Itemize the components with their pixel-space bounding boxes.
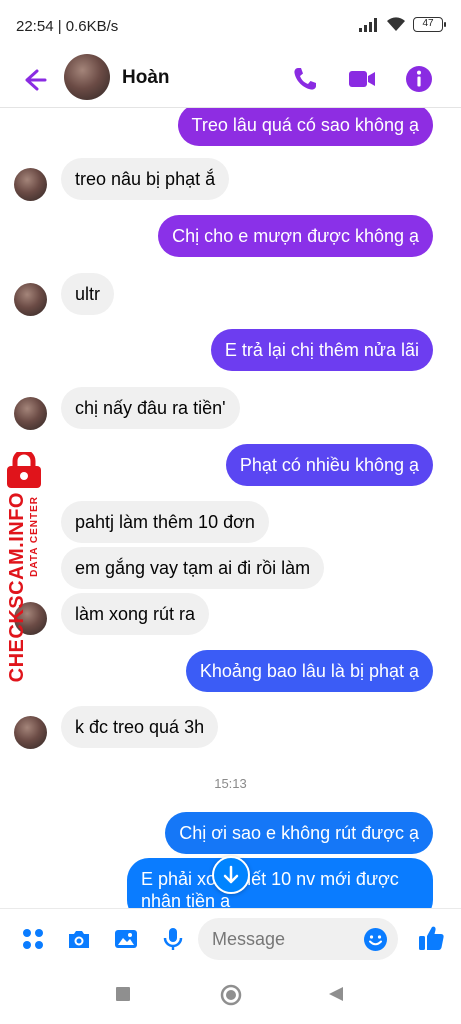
system-navigation-bar	[0, 970, 461, 1024]
message-list[interactable]: Treo lâu quá có sao không ạ treo nâu bị …	[0, 108, 461, 908]
message-incoming[interactable]: treo nâu bị phạt ắ	[61, 158, 230, 200]
info-icon[interactable]	[404, 64, 434, 94]
microphone-icon[interactable]	[160, 926, 186, 952]
contact-avatar[interactable]	[64, 54, 110, 100]
message-outgoing[interactable]: E phải xong hết 10 nv mới được nhận tiền…	[127, 858, 433, 908]
message-outgoing[interactable]: Khoảng bao lâu là bị phạt ạ	[185, 650, 433, 692]
sender-avatar	[14, 168, 47, 201]
message-outgoing[interactable]: Chị cho e mượn được không ạ	[158, 215, 433, 257]
contact-name[interactable]: Hoàn	[122, 67, 170, 89]
status-bar: 22:54 | 0.6KB/s 47	[0, 0, 461, 52]
sender-avatar	[14, 397, 47, 430]
conversation-header: Hoàn	[0, 52, 461, 108]
message-incoming[interactable]: làm xong rút ra	[61, 593, 210, 635]
scroll-to-bottom-button[interactable]	[212, 856, 250, 894]
video-call-icon[interactable]	[347, 64, 377, 94]
message-outgoing[interactable]: Chị ơi sao e không rút được ạ	[165, 812, 433, 854]
arrow-down-icon	[223, 865, 239, 884]
message-incoming[interactable]: ultr	[61, 273, 115, 315]
status-icons: 47	[359, 17, 446, 32]
status-time-speed: 22:54 | 0.6KB/s	[16, 18, 119, 35]
phone-icon[interactable]	[290, 64, 320, 94]
message-outgoing[interactable]: E trả lại chị thêm nửa lãi	[210, 329, 433, 371]
message-incoming[interactable]: k đc treo quá 3h	[61, 706, 219, 748]
message-outgoing[interactable]: Treo lâu quá có sao không ạ	[177, 108, 433, 146]
battery-indicator: 47	[413, 17, 446, 32]
message-composer	[0, 908, 461, 970]
camera-icon[interactable]	[66, 926, 92, 952]
sender-avatar	[14, 602, 47, 635]
sender-avatar	[14, 283, 47, 316]
signal-icon	[359, 17, 377, 32]
thumbs-up-icon[interactable]	[416, 923, 446, 953]
message-incoming[interactable]: chị nấy đâu ra tiền'	[61, 387, 240, 429]
triangle-back-nav-icon[interactable]	[328, 986, 344, 1002]
wifi-icon	[387, 17, 405, 31]
message-timestamp: 15:13	[214, 776, 247, 791]
sender-avatar	[14, 716, 47, 749]
back-arrow-icon[interactable]	[18, 64, 50, 96]
square-nav-icon[interactable]	[115, 986, 131, 1002]
emoji-icon[interactable]	[363, 927, 388, 952]
message-incoming[interactable]: pahtj làm thêm 10 đơn	[61, 501, 269, 543]
apps-grid-icon[interactable]	[20, 926, 46, 952]
circle-nav-icon[interactable]	[220, 984, 242, 1006]
message-outgoing[interactable]: Phạt có nhiều không ạ	[225, 444, 433, 486]
image-icon[interactable]	[113, 926, 139, 952]
message-incoming[interactable]: em gắng vay tạm ai đi rồi làm	[61, 547, 325, 589]
